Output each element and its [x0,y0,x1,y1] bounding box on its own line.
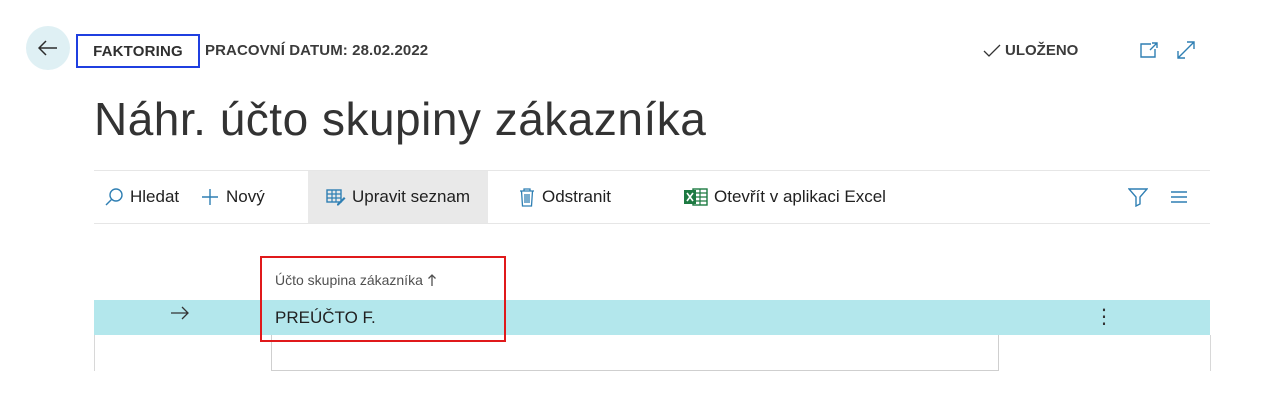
new-button[interactable]: Nový [200,171,265,223]
expand-button[interactable] [1174,38,1198,62]
delete-label: Odstranit [542,187,611,206]
search-label: Hledat [130,187,180,206]
list-view-button[interactable] [1170,171,1188,223]
plus-icon [202,189,218,205]
open-in-excel-label: Otevřít v aplikaci Excel [714,187,886,206]
action-bar: Hledat Nový Upravit seznam Odstranit Ote… [94,171,1210,224]
filter-icon [1128,188,1148,207]
new-row-input[interactable] [271,335,999,371]
edit-list-label: Upravit seznam [352,187,471,206]
saved-status: ULOŽENO [983,42,1078,59]
row-menu-icon[interactable]: ⋮ [1094,304,1114,332]
checkmark-icon [983,44,1001,57]
working-date: PRACOVNÍ DATUM: 28.02.2022 [205,42,429,59]
search-icon [105,188,123,206]
column-header-label: Účto skupina zákazníka [275,272,423,288]
trash-icon [520,188,534,207]
row-pointer-icon [170,305,190,326]
table-row[interactable] [94,300,1210,335]
grid-border-right [1210,335,1211,371]
arrow-left-icon [38,40,57,56]
page-title: Náhr. účto skupiny zákazníka [94,93,707,145]
edit-list-icon [326,189,346,206]
open-in-new-window-icon [1140,42,1158,58]
row-value[interactable]: PREÚČTO F. [275,308,376,328]
company-name[interactable]: FAKTORING [76,34,200,68]
column-header[interactable]: Účto skupina zákazníka [275,272,437,288]
search-button[interactable]: Hledat [104,171,179,223]
filter-button[interactable] [1128,171,1148,223]
sort-ascending-icon [427,274,436,286]
grid-border-left [94,335,95,371]
new-label: Nový [226,187,265,206]
open-in-new-window-button[interactable] [1137,38,1161,62]
excel-icon [684,188,708,206]
saved-label: ULOŽENO [1005,42,1079,59]
delete-button[interactable]: Odstranit [518,171,611,223]
expand-icon [1177,41,1195,59]
open-in-excel-button[interactable]: Otevřít v aplikaci Excel [684,171,886,223]
back-button[interactable] [26,26,70,70]
list-view-icon [1171,191,1187,203]
edit-list-button[interactable]: Upravit seznam [308,171,488,223]
